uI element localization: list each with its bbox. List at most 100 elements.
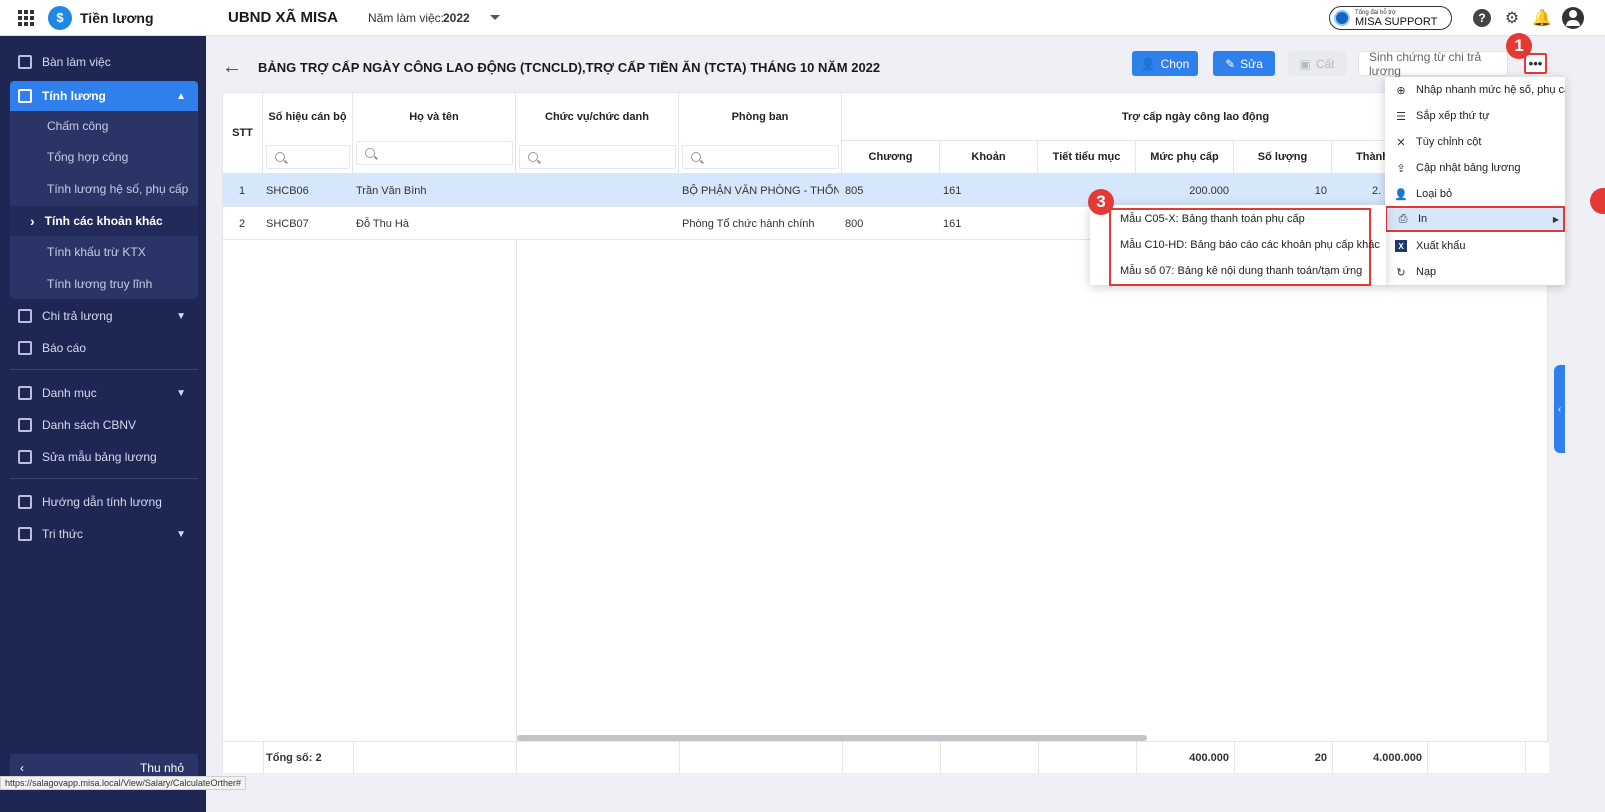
caret-down-icon[interactable] (490, 15, 500, 20)
filter-position-input[interactable] (519, 145, 676, 169)
print-template-c05[interactable]: Mẫu C05-X: Bảng thanh toán phụ cấp (1120, 213, 1305, 225)
footer-quantity: 20 (1314, 752, 1327, 764)
edit-label: Sửa (1240, 56, 1263, 71)
table-row[interactable]: 1 SHCB06 Trần Văn Bình BỘ PHẬN VĂN PHÒNG… (223, 174, 1549, 207)
cell-chapter: 805 (845, 184, 864, 197)
footer-total-label: Tổng số: 2 (266, 752, 322, 764)
menu-item-label: Sắp xếp thứ tự (1416, 110, 1490, 122)
header-chapter[interactable]: Chương (842, 141, 940, 174)
header-code[interactable]: Số hiệu cán bộ (263, 93, 353, 141)
menu-item-sort[interactable]: ☰ Sắp xếp thứ tự (1385, 103, 1565, 129)
sidebar-item-label: Danh mục (42, 386, 97, 400)
sidebar-item-payment[interactable]: Chi trả lương ▼ (10, 301, 198, 331)
menu-item-label: Xuất khẩu (1416, 240, 1466, 252)
sidebar-item-guide[interactable]: Hướng dẫn tính lương (10, 487, 198, 517)
filter-code-input[interactable] (266, 145, 350, 169)
cell-quantity: 10 (1314, 184, 1327, 197)
sidebar-item-label: Hướng dẫn tính lương (42, 495, 162, 509)
sidebar-subitem-summary[interactable]: Tổng hợp công (10, 142, 198, 172)
menu-item-label: Loại bỏ (1416, 188, 1453, 200)
cell-stt: 2 (239, 217, 246, 230)
upload-icon: ⇪ (1396, 162, 1406, 175)
save-button[interactable]: ▣ Cất (1288, 51, 1346, 76)
sidebar-item-desk[interactable]: Bàn làm việc (10, 47, 198, 77)
gear-icon[interactable]: ⚙ (1503, 9, 1521, 27)
back-arrow-icon[interactable]: ← (222, 56, 242, 79)
step-badge-3: 3 (1088, 189, 1114, 215)
app-name: Tiền lương (80, 9, 154, 26)
generate-payment-button[interactable]: Sinh chứng từ chi trả lương (1358, 50, 1508, 78)
filter-name-input[interactable] (356, 141, 513, 165)
menu-item-export[interactable]: X Xuất khẩu (1385, 233, 1565, 259)
footer-rate: 400.000 (1189, 752, 1229, 764)
menu-item-label: Nạp (1416, 266, 1437, 278)
print-template-07[interactable]: Mẫu số 07: Bảng kê nội dung thanh toán/t… (1120, 265, 1362, 277)
header-position[interactable]: Chức vụ/chức danh (516, 93, 679, 141)
support-label: MISA SUPPORT (1355, 16, 1438, 28)
sidebar-item-edit-template[interactable]: Sửa mẫu bảng lương (10, 442, 198, 472)
sidebar-subitem-arrears[interactable]: Tính lương truy lĩnh (10, 269, 198, 299)
table-footer: Tổng số: 2 400.000 20 4.000.000 (223, 741, 1549, 774)
chevron-left-icon: ‹ (1557, 403, 1562, 415)
status-bar-url: https://salagovapp.misa.local/View/Salar… (0, 776, 246, 790)
app-grid-icon[interactable] (16, 8, 36, 28)
print-template-c10[interactable]: Mẫu C10-HD: Bảng báo cáo các khoản phụ c… (1120, 239, 1380, 251)
header-name[interactable]: Họ và tên (353, 93, 516, 141)
sidebar-item-staff[interactable]: Danh sách CBNV (10, 410, 198, 440)
year-select[interactable]: 2022 (443, 11, 470, 25)
edit-button[interactable]: ✎ Sửa (1213, 51, 1275, 76)
cell-amount: 2. (1372, 184, 1382, 197)
cell-section: 161 (943, 217, 962, 230)
menu-item-quick-entry[interactable]: ⊕ Nhập nhanh mức hệ số, phụ cấp (1385, 77, 1565, 103)
app-logo-icon: $ (48, 5, 72, 30)
header-rate[interactable]: Mức phụ cấp (1136, 141, 1234, 174)
year-label: Năm làm việc: (368, 10, 445, 25)
sidebar-item-label: Bàn làm việc (42, 55, 111, 69)
sidebar-item-salary[interactable]: Tính lương ▲ (10, 81, 198, 111)
header-quantity[interactable]: Số lượng (1234, 141, 1332, 174)
menu-item-reload[interactable]: ↻ Nạp (1385, 259, 1565, 285)
sidebar-subitem-ktx[interactable]: Tính khấu trừ KTX (10, 237, 198, 267)
menu-item-remove[interactable]: 👤 Loại bỏ (1385, 181, 1565, 207)
menu-item-print[interactable]: ⎙ In ▶ (1385, 206, 1565, 232)
column-divider (516, 240, 517, 741)
header-section[interactable]: Khoản (940, 141, 1038, 174)
sidebar-subitem-attendance[interactable]: Chấm công (10, 111, 198, 141)
id-card-icon (18, 418, 32, 432)
template-icon (18, 450, 32, 464)
choose-button[interactable]: 👤 Chọn (1132, 51, 1198, 76)
avatar[interactable] (1562, 7, 1584, 29)
help-icon[interactable]: ? (1473, 9, 1491, 27)
support-button[interactable]: Tổng đài hỗ trợ MISA SUPPORT (1329, 6, 1452, 30)
payment-icon (18, 309, 32, 323)
sidebar-item-label: Tính lương (42, 89, 106, 103)
step-badge-1: 1 (1506, 33, 1532, 59)
pencil-icon: ✎ (1225, 56, 1236, 71)
chevron-down-icon: ▼ (176, 310, 186, 322)
more-options-button[interactable]: ••• (1524, 53, 1547, 74)
side-panel-handle[interactable]: ‹ (1554, 365, 1565, 453)
sidebar-subitem-coefficient[interactable]: Tính lương hệ số, phụ cấp (10, 174, 198, 204)
sidebar-item-knowledge[interactable]: Tri thức ▼ (10, 519, 198, 549)
sidebar: Bàn làm việc Tính lương ▲ Chấm công Tổng … (0, 36, 206, 812)
sidebar-item-report[interactable]: Báo cáo (10, 333, 198, 363)
bell-icon[interactable]: 🔔 (1532, 9, 1552, 27)
tools-icon: ✕ (1396, 136, 1406, 149)
header-subitem[interactable]: Tiết tiểu mục (1038, 141, 1136, 174)
sidebar-item-catalog[interactable]: Danh mục ▼ (10, 378, 198, 408)
header-department[interactable]: Phòng ban (679, 93, 842, 141)
sidebar-item-label: Danh sách CBNV (42, 418, 137, 432)
guide-icon (18, 495, 32, 509)
cell-stt: 1 (239, 184, 246, 197)
sidebar-subitem-other[interactable]: Tính các khoản khác (10, 206, 198, 236)
menu-item-label: Tùy chỉnh cột (1416, 136, 1482, 148)
cell-code: SHCB07 (266, 217, 309, 230)
menu-item-update-payroll[interactable]: ⇪ Cập nhật bảng lương (1385, 155, 1565, 181)
caret-right-icon: ▶ (1552, 214, 1559, 224)
filter-department-input[interactable] (682, 145, 839, 169)
chevron-down-icon: ▼ (176, 387, 186, 399)
sidebar-item-label: Sửa mẫu bảng lương (42, 450, 157, 464)
menu-item-customize-columns[interactable]: ✕ Tùy chỉnh cột (1385, 129, 1565, 155)
chevron-up-icon: ▲ (176, 90, 186, 102)
save-label: Cất (1315, 56, 1335, 71)
